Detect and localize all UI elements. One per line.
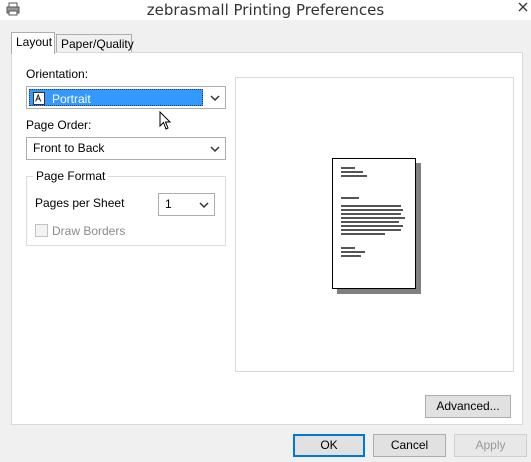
apply-button[interactable]: Apply <box>454 434 527 457</box>
page-format-legend: Page Format <box>33 169 109 183</box>
ok-button[interactable]: OK <box>293 434 365 457</box>
advanced-button[interactable]: Advanced... <box>425 395 511 418</box>
title-bar: zebrasmall Printing Preferences <box>0 0 531 20</box>
mouse-cursor-icon <box>159 111 172 130</box>
page-order-select[interactable]: Front to Back <box>26 137 226 160</box>
pages-per-sheet-label: Pages per Sheet <box>35 196 125 210</box>
window-title: zebrasmall Printing Preferences <box>146 1 385 19</box>
preview-page-icon <box>332 158 416 289</box>
orientation-label: Orientation: <box>26 67 89 81</box>
tab-layout[interactable]: Layout <box>11 32 55 54</box>
portrait-page-icon <box>33 92 45 105</box>
orientation-value: Portrait <box>52 92 91 106</box>
pages-per-sheet-value: 1 <box>165 197 172 211</box>
tab-paper-quality-label: Paper/Quality <box>61 37 134 51</box>
orientation-select[interactable]: Portrait <box>26 86 226 109</box>
page-order-value: Front to Back <box>33 141 105 155</box>
chevron-down-icon <box>210 146 220 153</box>
orientation-selected-item: Portrait <box>29 89 203 106</box>
cancel-button[interactable]: Cancel <box>373 434 446 457</box>
chevron-down-icon <box>199 202 209 209</box>
draw-borders-label: Draw Borders <box>52 224 126 238</box>
apply-button-label: Apply <box>475 438 506 452</box>
pages-per-sheet-select[interactable]: 1 <box>158 193 215 216</box>
cancel-button-label: Cancel <box>390 438 429 452</box>
ok-button-label: OK <box>320 438 338 452</box>
close-icon[interactable] <box>511 0 531 14</box>
advanced-button-label: Advanced... <box>436 399 500 413</box>
draw-borders-checkbox[interactable] <box>35 224 48 237</box>
chevron-down-icon <box>210 95 220 102</box>
tab-paper-quality[interactable]: Paper/Quality <box>56 34 134 54</box>
page-order-label: Page Order: <box>26 118 92 132</box>
tab-layout-label: Layout <box>16 35 53 49</box>
